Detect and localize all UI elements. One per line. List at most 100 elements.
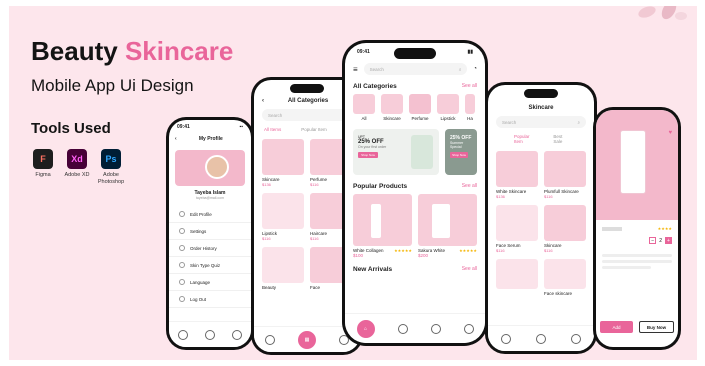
category-icon [381, 94, 403, 114]
phone-profile: 09:41 ▪▪ ‹ My Profile Tayeba Islam tayeba… [166, 117, 254, 350]
tabs: Popular Item Best Sale [488, 131, 594, 147]
see-all-link[interactable]: See all [462, 83, 477, 90]
figma-icon: F [33, 149, 53, 169]
product-image [496, 259, 538, 289]
category-more[interactable]: Ha [465, 94, 475, 121]
category-all[interactable]: All [353, 94, 375, 121]
title-main: Beauty [31, 36, 118, 66]
menu-edit-profile[interactable]: Edit Profile [169, 206, 251, 223]
tool-xd: Xd Adobe XD [64, 149, 90, 186]
back-icon[interactable]: ‹ [175, 136, 177, 142]
product-tube [620, 130, 646, 194]
menu-label: Order History [190, 245, 217, 251]
search-input[interactable]: Search⌕ [262, 109, 352, 121]
product-price: $116 [496, 248, 505, 253]
bell-icon[interactable]: ◔ [473, 66, 477, 72]
menu-skin-quiz[interactable]: Skin Type Quiz [169, 257, 251, 274]
product-card[interactable]: Lipstick $116 [262, 193, 304, 241]
quantity-stepper[interactable]: − 2 + [602, 237, 672, 244]
shop-now-button[interactable]: Shop Now [450, 152, 468, 158]
menu-label: Log Out [190, 296, 207, 302]
banner-caption: Summer Special [450, 141, 464, 149]
quiz-icon [179, 262, 185, 268]
rating-stars: ★★★★ [657, 226, 672, 231]
category-row: All Skincare Perfume Lipstick Ha [345, 90, 485, 125]
promo-banner[interactable]: UPT 25% OFF On your first order Shop Now [353, 129, 439, 175]
gear-icon [179, 228, 185, 234]
product-card[interactable]: White Collagen ★★★★★ $100 [353, 194, 412, 258]
bottom-nav: ⌂ [345, 313, 485, 343]
buy-now-button[interactable]: Buy Now [639, 321, 674, 333]
home-icon[interactable] [265, 334, 276, 345]
grid-icon[interactable] [397, 323, 408, 334]
grid-icon[interactable] [500, 333, 511, 344]
product-image [544, 151, 586, 187]
tab-best-sale[interactable]: Best Sale [553, 134, 568, 144]
product-card[interactable]: Skincare $116 [544, 205, 586, 253]
heart-icon[interactable] [232, 329, 243, 340]
tab-popular[interactable]: Popular Item [301, 127, 327, 132]
product-card[interactable] [496, 259, 538, 296]
add-to-cart-button[interactable]: Add [600, 321, 633, 333]
product-image [496, 205, 538, 241]
tool-label: Adobe Photoshop [97, 172, 125, 185]
home-icon[interactable] [177, 329, 188, 340]
bottom-nav [169, 321, 251, 347]
product-card[interactable]: Beauty [262, 247, 304, 290]
search-input[interactable]: Search⌕ [363, 63, 468, 75]
menu-language[interactable]: Language [169, 274, 251, 291]
category-icon [353, 94, 375, 114]
product-card[interactable]: Plumfull Skincare $116 [544, 151, 586, 199]
tool-figma: F Figma [31, 149, 55, 186]
profile-banner [175, 150, 245, 186]
plus-icon[interactable]: + [665, 237, 672, 244]
product-card[interactable]: Skincare $136 [262, 139, 304, 187]
quantity-value: 2 [659, 237, 662, 244]
product-image [353, 194, 412, 246]
product-card[interactable]: Sakura White ★★★★★ $200 [418, 194, 477, 258]
product-card[interactable]: Face Serum $116 [496, 205, 538, 253]
product-price: $200 [418, 253, 429, 258]
product-price: $136 [262, 182, 271, 187]
tab-popular[interactable]: Popular Item [514, 134, 533, 144]
category-label: Lipstick [440, 116, 456, 121]
see-all-link[interactable]: See all [462, 183, 477, 190]
product-card[interactable]: White Skincare $136 [496, 151, 538, 199]
back-icon[interactable]: ‹ [262, 98, 264, 104]
minus-icon[interactable]: − [649, 237, 657, 244]
logout-icon [179, 296, 185, 302]
category-icon [437, 94, 459, 114]
product-card[interactable]: Face skincare [544, 259, 586, 296]
menu-settings[interactable]: Settings [169, 223, 251, 240]
heart-icon[interactable]: ♥ [668, 130, 672, 136]
profile-icon[interactable] [571, 333, 582, 344]
grid-icon[interactable]: ▦ [297, 330, 316, 349]
search-icon: ⌕ [458, 66, 462, 72]
see-all-link[interactable]: See all [462, 266, 477, 273]
tool-label: Figma [35, 172, 51, 178]
search-input[interactable]: Search⌕ [496, 116, 586, 128]
tool-label: Adobe XD [64, 172, 90, 178]
tab-all-items[interactable]: All Items [264, 127, 281, 132]
phone-home: 09:41 ▮▮ ≡ Search ⌕ ◔ All Categories See a… [342, 40, 488, 346]
product-image [262, 193, 304, 229]
skincare-title: Skincare [528, 105, 554, 111]
category-lipstick[interactable]: Lipstick [437, 94, 459, 121]
menu-logout[interactable]: Log Out [169, 291, 251, 308]
category-perfume[interactable]: Perfume [409, 94, 431, 121]
profile-icon[interactable] [463, 323, 474, 334]
heart-icon[interactable] [535, 333, 546, 344]
shop-now-button[interactable]: Shop Now [358, 152, 378, 158]
category-skincare[interactable]: Skincare [381, 94, 403, 121]
globe-icon [179, 279, 185, 285]
grid-icon[interactable] [204, 329, 215, 340]
menu-icon[interactable]: ≡ [353, 65, 358, 74]
section-title: Popular Products [353, 183, 408, 190]
heart-icon[interactable] [430, 323, 441, 334]
section-title: New Arrivals [353, 266, 393, 273]
battery-icon: ▮▮ [467, 49, 473, 55]
menu-order-history[interactable]: Order History [169, 240, 251, 257]
categories-section-header: All Categories See all [345, 83, 485, 90]
home-icon[interactable]: ⌂ [356, 319, 375, 338]
promo-banner[interactable]: 25% OFF Summer Special Shop Now [445, 129, 477, 175]
